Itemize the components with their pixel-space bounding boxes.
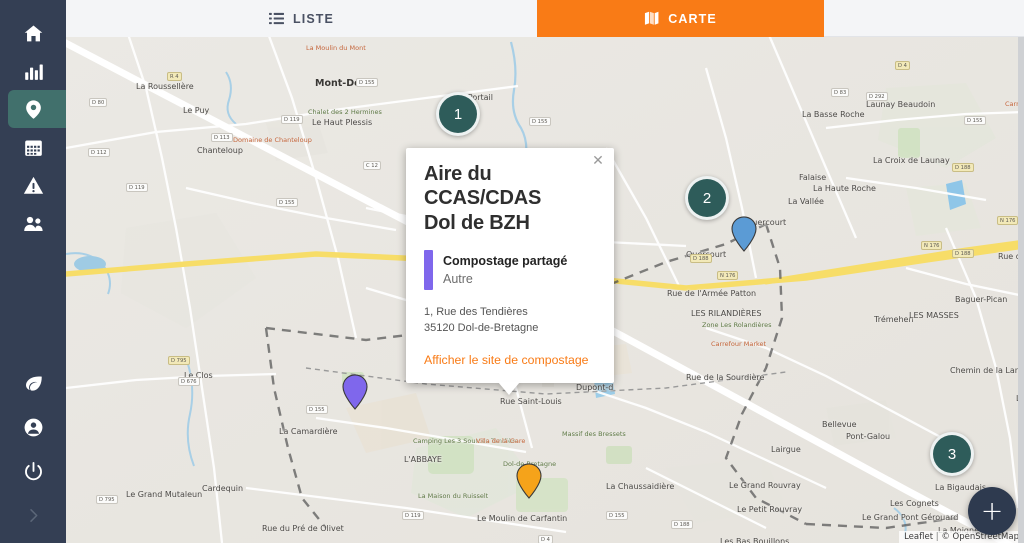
popup-subcategory: Autre — [443, 271, 473, 286]
add-site-button[interactable]: + — [968, 487, 1016, 535]
leaf-icon — [25, 375, 42, 391]
sidebar-primary-nav — [0, 10, 66, 242]
address-line-2: 35120 Dol-de-Bretagne — [424, 322, 539, 335]
sidebar-item-calendar[interactable] — [0, 128, 66, 166]
view-composting-site-link[interactable]: Afficher le site de compostage — [424, 353, 598, 367]
sidebar-item-account[interactable] — [0, 405, 66, 449]
warning-triangle-icon — [23, 176, 43, 194]
popup-title: Aire du CCAS/CDAS Dol de BZH — [424, 163, 542, 234]
map-cluster-badge[interactable]: 2 — [685, 176, 729, 220]
home-icon — [24, 24, 42, 41]
topbar-filler — [824, 0, 1024, 36]
tab-carte-label: CARTE — [668, 11, 717, 26]
map-pin-icon — [25, 99, 41, 119]
sidebar-item-alerts[interactable] — [0, 166, 66, 204]
map-attribution: Leaflet | © OpenStreetMap — [899, 531, 1024, 543]
map-pin-icon — [731, 216, 757, 252]
attribution-separator: | — [935, 532, 939, 542]
close-icon[interactable]: ✕ — [590, 153, 606, 169]
map-pin-icon — [516, 463, 542, 499]
popup-category-row: Compostage partagé Autre — [424, 250, 598, 291]
popup-category: Compostage partagé — [443, 254, 568, 269]
leaflet-link[interactable]: Leaflet — [904, 532, 933, 542]
sidebar-item-map[interactable] — [0, 90, 66, 128]
calendar-icon — [24, 140, 42, 156]
popup-address: 1, Rue des Tendières 35120 Dol-de-Bretag… — [424, 305, 598, 337]
sidebar-item-eco[interactable] — [0, 361, 66, 405]
list-icon — [269, 12, 285, 25]
main-sidebar — [0, 0, 66, 543]
map-pin-icon — [342, 374, 368, 410]
map-container[interactable]: La Moulin du Mont Mont-Dol La Roussellère L… — [66, 28, 1024, 543]
user-circle-icon — [24, 418, 42, 436]
sidebar-item-statistics[interactable] — [0, 52, 66, 90]
map-marker-pin[interactable] — [516, 463, 542, 499]
tab-liste-label: LISTE — [293, 11, 334, 26]
address-line-1: 1, Rue des Tendières — [424, 306, 528, 319]
category-color-swatch — [424, 250, 433, 291]
map-marker-pin[interactable] — [342, 374, 368, 410]
tab-carte[interactable]: CARTE — [537, 0, 824, 37]
add-icon: + — [980, 495, 1004, 527]
sidebar-item-logout[interactable] — [0, 449, 66, 493]
cluster-count: 3 — [947, 445, 957, 463]
sidebar-item-home[interactable] — [0, 14, 66, 52]
power-icon — [24, 461, 42, 480]
tab-liste[interactable]: LISTE — [66, 0, 537, 37]
sidebar-expand-toggle[interactable] — [0, 493, 66, 537]
bar-chart-icon — [24, 64, 43, 80]
cluster-count: 2 — [702, 189, 712, 207]
map-cluster-badge[interactable]: 3 — [930, 432, 974, 476]
sidebar-item-users[interactable] — [0, 204, 66, 242]
view-switcher-tabs: LISTE CARTE — [66, 0, 1024, 37]
chevron-right-icon — [29, 508, 37, 522]
cluster-count: 1 — [453, 105, 463, 123]
vertical-scrollbar[interactable] — [1018, 37, 1024, 543]
map-popup[interactable]: ✕ Aire du CCAS/CDAS Dol de BZH Compostag… — [406, 148, 614, 384]
map-book-icon — [645, 11, 659, 25]
users-icon — [23, 216, 43, 231]
sidebar-secondary-nav — [0, 361, 66, 543]
map-marker-pin[interactable] — [731, 216, 757, 252]
app-root: La Moulin du Mont Mont-Dol La Roussellère L… — [0, 0, 1024, 543]
osm-link[interactable]: © OpenStreetMap — [941, 532, 1019, 542]
map-cluster-badge[interactable]: 1 — [436, 92, 480, 136]
